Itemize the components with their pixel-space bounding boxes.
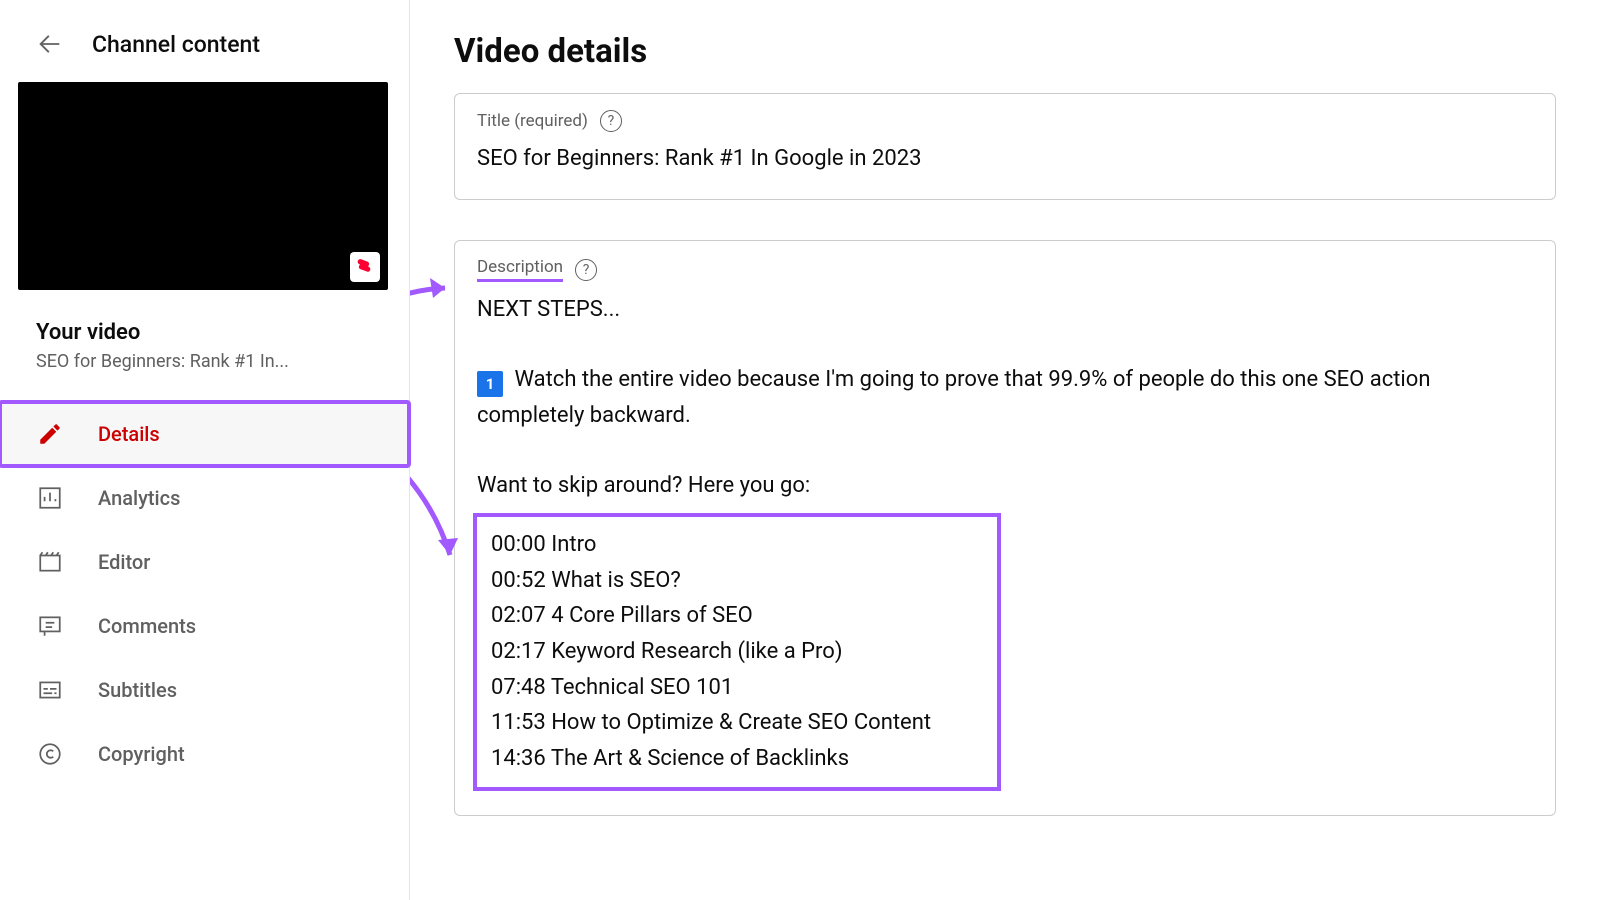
pencil-icon [36,420,64,448]
description-field-label: Description [477,257,563,282]
analytics-icon [36,484,64,512]
nav-item-copyright[interactable]: Copyright [0,722,409,786]
main-content: Video details Title (required) ? SEO for… [410,0,1600,900]
nav-label: Editor [98,550,150,574]
video-title-truncated: SEO for Beginners: Rank #1 In... [36,351,391,372]
timestamp-row: 02:17 Keyword Research (like a Pro) [491,634,983,670]
nav-item-editor[interactable]: Editor [0,530,409,594]
comments-icon [36,612,64,640]
keycap-one-icon: 1 [477,371,503,397]
description-bullet-text: Watch the entire video because I'm going… [477,367,1430,427]
description-skip-prompt: Want to skip around? Here you go: [477,468,1533,503]
help-icon[interactable]: ? [575,259,597,281]
back-arrow-icon[interactable] [36,30,64,58]
nav-item-analytics[interactable]: Analytics [0,466,409,530]
sidebar-header: Channel content [0,0,409,78]
nav-item-comments[interactable]: Comments [0,594,409,658]
timestamp-row: 00:52 What is SEO? [491,563,983,599]
your-video-heading: Your video [36,320,391,345]
timestamp-row: 07:48 Technical SEO 101 [491,670,983,706]
page-title: Video details [454,32,1556,71]
description-field[interactable]: Description ? NEXT STEPS... 1 Watch the … [454,240,1556,816]
timestamp-row: 11:53 How to Optimize & Create SEO Conte… [491,705,983,741]
title-field-value[interactable]: SEO for Beginners: Rank #1 In Google in … [477,142,1533,175]
editor-icon [36,548,64,576]
nav-item-subtitles[interactable]: Subtitles [0,658,409,722]
annotation-arrow-top [410,270,460,370]
title-field-label-row: Title (required) ? [477,110,622,132]
shorts-badge-icon [350,252,380,282]
nav-label: Subtitles [98,678,177,702]
subtitles-icon [36,676,64,704]
video-thumbnail[interactable] [18,82,388,290]
sidebar-nav: Details Analytics Editor Comments [0,402,409,786]
title-field-label: Title (required) [477,111,588,131]
help-icon[interactable]: ? [600,110,622,132]
description-field-label-row: Description ? [477,257,597,282]
copyright-icon [36,740,64,768]
nav-item-details[interactable]: Details [0,402,409,466]
timestamp-row: 00:00 Intro [491,527,983,563]
description-line-nextsteps: NEXT STEPS... [477,292,1533,327]
description-body[interactable]: NEXT STEPS... 1 Watch the entire video b… [477,292,1533,787]
nav-label: Details [98,422,160,446]
timestamp-row: 14:36 The Art & Science of Backlinks [491,741,983,777]
nav-label: Analytics [98,486,180,510]
nav-label: Copyright [98,742,185,766]
sidebar: Channel content Your video SEO for Begin… [0,0,410,900]
title-field[interactable]: Title (required) ? SEO for Beginners: Ra… [454,93,1556,200]
nav-label: Comments [98,614,196,638]
timestamp-row: 02:07 4 Core Pillars of SEO [491,598,983,634]
description-bullet: 1 Watch the entire video because I'm goi… [477,362,1533,432]
timestamps-block: 00:00 Intro 00:52 What is SEO? 02:07 4 C… [477,517,997,786]
channel-content-title: Channel content [92,31,260,58]
video-meta: Your video SEO for Beginners: Rank #1 In… [0,302,409,384]
